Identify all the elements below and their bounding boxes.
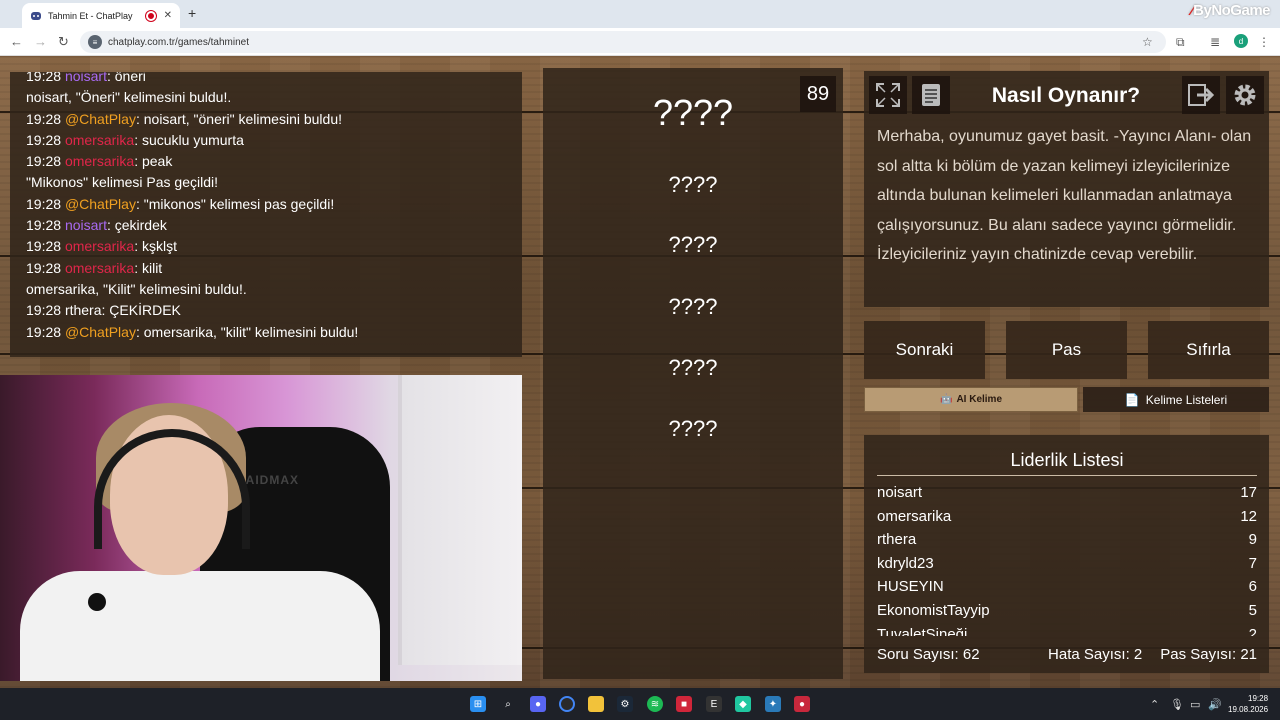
steam-icon[interactable]: ⚙ xyxy=(617,696,633,712)
windows-taskbar xyxy=(0,688,1280,720)
bookmark-star-icon[interactable]: ☆ xyxy=(1142,35,1153,49)
display-tray-icon[interactable]: ▭ xyxy=(1190,698,1200,711)
robot-icon: 🤖 xyxy=(939,394,953,405)
chat-message: 19:28 rthera: ÇEKİRDEK xyxy=(26,302,181,319)
app-teal-icon[interactable]: ◆ xyxy=(735,696,751,712)
volume-icon[interactable]: 🔊 xyxy=(1208,698,1222,711)
forbidden-word: ???? xyxy=(668,232,718,257)
profile-avatar[interactable]: d xyxy=(1234,34,1248,48)
error-count: Hata Sayısı: 2 xyxy=(1048,646,1143,663)
tray-chevron-icon[interactable]: ⌃ xyxy=(1150,698,1159,711)
next-button[interactable]: Sonraki xyxy=(864,321,985,379)
how-to-play-text: Merhaba, oyunumuz gayet basit. -Yayıncı … xyxy=(877,128,1252,263)
watermark-logo: ⁄ByNoGame xyxy=(1191,2,1270,19)
new-tab-button[interactable]: + xyxy=(188,5,196,21)
discord-icon[interactable]: ● xyxy=(530,696,546,712)
forward-arrow-icon[interactable]: → xyxy=(34,34,47,49)
recording-icon xyxy=(145,10,156,21)
ai-word-button[interactable]: 🤖 AI Kelime xyxy=(864,387,1078,412)
pass-button[interactable]: Pas xyxy=(1006,321,1127,379)
forbidden-word: ???? xyxy=(668,294,718,319)
url-text: chatplay.com.tr/games/tahminet xyxy=(108,36,249,48)
exit-icon[interactable] xyxy=(1182,76,1220,114)
chat-message: 19:28 @ChatPlay: "mikonos" kelimesi pas … xyxy=(26,195,335,212)
tab-title: Tahmin Et - ChatPlay xyxy=(48,10,133,21)
chat-panel: 19:28 noisart: öneri noisart, "Öneri" ke… xyxy=(10,72,522,357)
chat-message: 19:28 @ChatPlay: omersarika, "kilit" kel… xyxy=(26,323,359,340)
settings-gear-icon[interactable] xyxy=(1226,76,1264,114)
leaderboard-row: EkonomistTayyip 5 xyxy=(877,602,1257,619)
extensions-icon[interactable]: ⧉ xyxy=(1176,35,1185,50)
file-explorer-icon[interactable] xyxy=(588,696,604,712)
leaderboard-row: omersarika 12 xyxy=(877,508,1257,525)
chrome-icon[interactable] xyxy=(559,696,575,712)
leaderboard-row: TuvaletSineği 2 xyxy=(877,626,1257,636)
background-door xyxy=(398,375,522,665)
leaderboard-title: Liderlik Listesi xyxy=(877,450,1257,476)
reset-button[interactable]: Sıfırla xyxy=(1148,321,1269,379)
pass-count: Pas Sayısı: 21 xyxy=(1160,646,1257,663)
browser-tab[interactable]: Tahmin Et - ChatPlay ✕ xyxy=(22,3,180,28)
spotify-icon[interactable]: ≋ xyxy=(647,696,663,712)
chat-message: 19:28 omersarika: peak xyxy=(26,153,173,170)
system-clock[interactable]: 19:28 19.08.2026 xyxy=(1228,693,1268,715)
start-menu-icon[interactable]: ⊞ xyxy=(470,696,486,712)
streamer-shirt xyxy=(20,571,380,681)
browser-toolbar: ← → ↻ ≡ chatplay.com.tr/games/tahminet ☆… xyxy=(0,28,1280,56)
how-to-play-title: Nasıl Oynanır? xyxy=(991,84,1141,107)
game-stats: Soru Sayısı: 62 Hata Sayısı: 2 Pas Sayıs… xyxy=(877,646,1257,663)
fullscreen-icon[interactable] xyxy=(869,76,907,114)
close-tab-icon[interactable]: ✕ xyxy=(164,10,172,21)
search-icon[interactable]: ⌕ xyxy=(500,696,516,712)
chat-system-message: omersarika, "Kilit" kelimesini buldu!. xyxy=(26,280,247,297)
app-red-icon[interactable]: ■ xyxy=(676,696,692,712)
chat-message: 19:28 omersarika: sucuklu yumurta xyxy=(26,131,244,148)
leaderboard-row: rthera 9 xyxy=(877,531,1257,548)
leaderboard-row: kdryld23 7 xyxy=(877,555,1257,572)
browser-menu-icon[interactable]: ⋮ xyxy=(1258,35,1270,49)
chat-message: 19:28 omersarika: kşklşt xyxy=(26,238,177,255)
epic-games-icon[interactable]: E xyxy=(706,696,722,712)
leaderboard-row: HUSEYIN 6 xyxy=(877,578,1257,595)
reload-icon[interactable]: ↻ xyxy=(58,34,69,50)
main-word: ???? xyxy=(652,92,734,133)
question-count: Soru Sayısı: 62 xyxy=(877,646,980,663)
chat-message: 19:28 @ChatPlay: noisart, "öneri" kelime… xyxy=(26,110,343,127)
address-bar[interactable]: ≡ chatplay.com.tr/games/tahminet xyxy=(80,31,1166,53)
back-arrow-icon[interactable]: ← xyxy=(10,34,23,49)
browser-tab-bar: Tahmin Et - ChatPlay ✕ + ⁄ByNoGame xyxy=(0,0,1280,28)
recorder-icon[interactable]: ● xyxy=(794,696,810,712)
site-info-icon[interactable]: ≡ xyxy=(88,35,102,49)
chat-message: 19:28 omersarika: kilit xyxy=(26,259,163,276)
document-icon: 📄 xyxy=(1124,392,1140,407)
chat-system-message: noisart, "Öneri" kelimesini buldu!. xyxy=(26,89,232,106)
microphone xyxy=(88,593,106,611)
chatplay-favicon-icon xyxy=(31,11,41,20)
media-control-icon[interactable]: ≣ xyxy=(1210,35,1220,49)
app-blue-icon[interactable]: ✦ xyxy=(765,696,781,712)
chat-system-message: "Mikonos" kelimesi Pas geçildi! xyxy=(26,174,219,191)
chat-message: 19:28 noisart: çekirdek xyxy=(26,217,167,234)
forbidden-word: ???? xyxy=(668,172,718,197)
notes-icon[interactable] xyxy=(912,76,950,114)
chat-message: 19:28 noisart: öneri xyxy=(26,72,146,84)
microphone-tray-icon[interactable]: 🎙 xyxy=(1170,698,1184,711)
word-lists-button[interactable]: 📄 Kelime Listeleri xyxy=(1083,387,1269,412)
leaderboard-row: noisart 17 xyxy=(877,484,1257,501)
forbidden-word: ???? xyxy=(668,416,718,441)
webcam-feed: RAIDMAX xyxy=(0,375,522,681)
forbidden-word: ???? xyxy=(668,355,718,380)
